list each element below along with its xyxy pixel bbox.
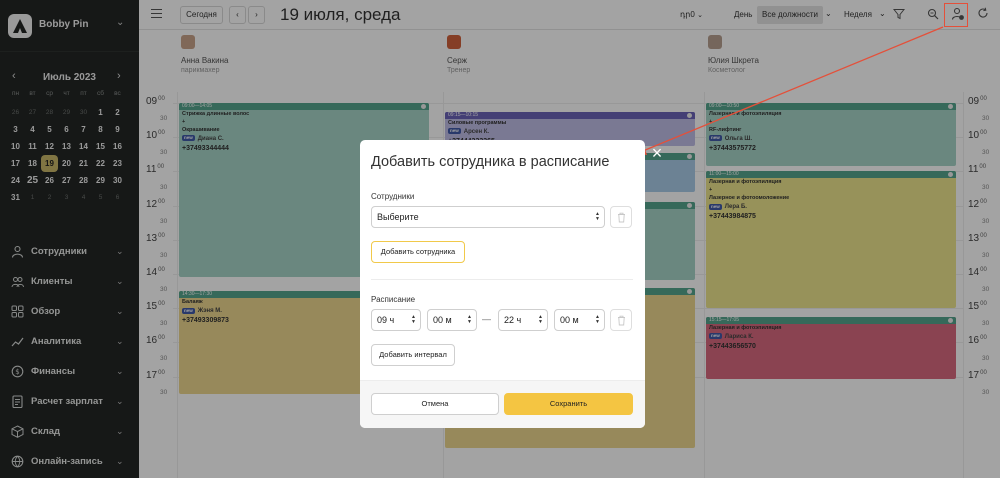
select-arrows-icon: ▲ ▼ — [595, 314, 600, 325]
from-minute-value: 00 м — [433, 315, 452, 325]
delete-staff-icon[interactable] — [610, 206, 632, 228]
delete-interval-icon[interactable] — [610, 309, 632, 331]
add-staff-button[interactable]: Добавить сотрудника — [371, 241, 465, 263]
time-range-dash: — — [482, 314, 491, 324]
staff-select-value: Выберите — [377, 212, 419, 222]
modal-title: Добавить сотрудника в расписание — [371, 154, 610, 170]
save-button[interactable]: Сохранить — [504, 393, 633, 415]
staff-label: Сотрудники — [371, 192, 415, 201]
to-minute-value: 00 м — [560, 315, 579, 325]
schedule-label: Расписание — [371, 295, 416, 304]
app-root: Bobby Pin ⌄ ‹ Июль 2023 › пн вт ср чт пт сб вс… — [0, 0, 1000, 478]
from-hour-select[interactable]: 09 ч ▲ ▼ — [371, 309, 421, 331]
cancel-button[interactable]: Отмена — [371, 393, 499, 415]
select-arrows-icon: ▲ ▼ — [538, 314, 543, 325]
divider — [371, 279, 633, 280]
to-minute-select[interactable]: 00 м ▲ ▼ — [554, 309, 605, 331]
modal-footer: Отмена Сохранить — [360, 380, 645, 428]
from-minute-select[interactable]: 00 м ▲ ▼ — [427, 309, 477, 331]
from-hour-value: 09 ч — [377, 315, 395, 325]
select-arrows-icon: ▲ ▼ — [595, 211, 600, 222]
add-interval-button[interactable]: Добавить интервал — [371, 344, 455, 366]
to-hour-select[interactable]: 22 ч ▲ ▼ — [498, 309, 548, 331]
staff-select[interactable]: Выберите ▲ ▼ — [371, 206, 605, 228]
close-icon[interactable]: × — [649, 144, 665, 162]
add-staff-modal: Добавить сотрудника в расписание Сотрудн… — [360, 140, 645, 428]
to-hour-value: 22 ч — [504, 315, 522, 325]
select-arrows-icon: ▲ ▼ — [411, 314, 416, 325]
select-arrows-icon: ▲ ▼ — [467, 314, 472, 325]
